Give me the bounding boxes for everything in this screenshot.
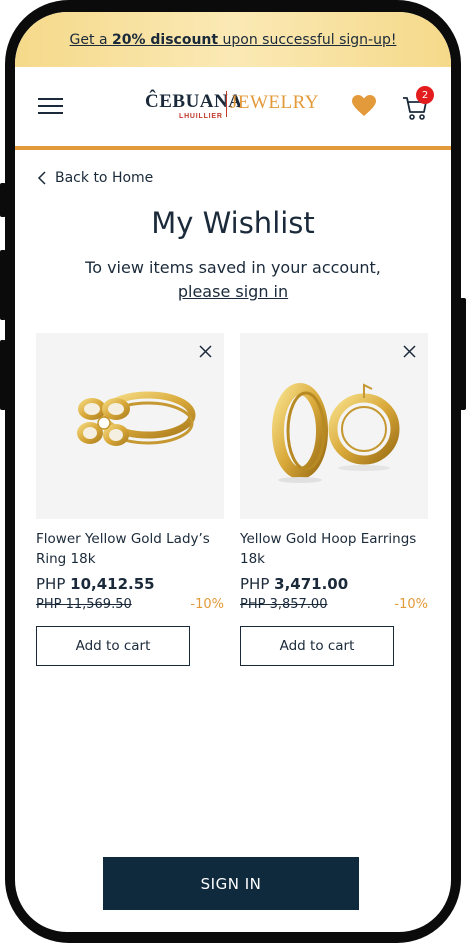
page-title: My Wishlist bbox=[151, 206, 315, 240]
wishlist-card: Flower Yellow Gold Lady’s Ring 18k PHP 1… bbox=[36, 333, 224, 666]
product-image[interactable] bbox=[240, 333, 428, 519]
remove-close-icon[interactable] bbox=[403, 345, 416, 358]
ring-image bbox=[77, 391, 196, 446]
site-header: ĈEBUANA LHUILLIER JEWELRY 2 bbox=[15, 67, 451, 149]
product-name[interactable]: Flower Yellow Gold Lady’s Ring 18k bbox=[36, 529, 224, 569]
logo-jewelry-text: JEWELRY bbox=[230, 92, 319, 113]
brand-logo[interactable]: ĈEBUANA LHUILLIER JEWELRY bbox=[145, 89, 320, 129]
wishlist-heart-icon[interactable] bbox=[351, 94, 377, 118]
original-price: PHP 11,569.50 bbox=[36, 597, 132, 612]
remove-close-icon[interactable] bbox=[199, 345, 212, 358]
earrings-image bbox=[272, 383, 400, 483]
chevron-left-icon bbox=[37, 171, 46, 185]
sign-in-button[interactable]: SIGN IN bbox=[103, 857, 359, 910]
product-price: PHP 10,412.55 bbox=[36, 575, 155, 593]
product-price: PHP 3,471.00 bbox=[240, 575, 349, 593]
original-price: PHP 3,857.00 bbox=[240, 597, 328, 612]
cart-count-badge: 2 bbox=[416, 86, 434, 104]
side-button-left-2 bbox=[0, 250, 6, 320]
logo-separator bbox=[226, 91, 227, 117]
screen: Get a 20% discount upon successful sign-… bbox=[15, 12, 451, 932]
logo-main-text: ĈEBUANA bbox=[145, 91, 243, 112]
promo-text[interactable]: Get a 20% discount upon successful sign-… bbox=[70, 32, 397, 48]
back-to-home-link[interactable]: Back to Home bbox=[37, 170, 153, 186]
page-subtitle: To view items saved in your account, bbox=[85, 258, 381, 277]
discount-label: -10% bbox=[190, 597, 224, 612]
product-image[interactable] bbox=[36, 333, 224, 519]
back-to-home-label: Back to Home bbox=[55, 170, 154, 186]
side-button-left-1 bbox=[0, 183, 6, 217]
header-divider bbox=[15, 146, 451, 150]
price-row: PHP 3,857.00 -10% bbox=[240, 597, 428, 612]
product-name[interactable]: Yellow Gold Hoop Earrings 18k bbox=[240, 529, 428, 569]
discount-label: -10% bbox=[394, 597, 428, 612]
side-button-right bbox=[460, 298, 466, 410]
price-row: PHP 11,569.50 -10% bbox=[36, 597, 224, 612]
promo-highlight: 20% discount bbox=[111, 31, 219, 48]
promo-banner[interactable]: Get a 20% discount upon successful sign-… bbox=[15, 12, 451, 67]
logo-sub-text: LHUILLIER bbox=[179, 113, 223, 120]
side-button-left-3 bbox=[0, 340, 6, 410]
wishlist-card: Yellow Gold Hoop Earrings 18k PHP 3,471.… bbox=[240, 333, 428, 666]
hamburger-menu-icon[interactable] bbox=[38, 98, 63, 116]
sign-in-link[interactable]: please sign in bbox=[15, 282, 451, 301]
add-to-cart-button[interactable]: Add to cart bbox=[240, 626, 394, 666]
add-to-cart-button[interactable]: Add to cart bbox=[36, 626, 190, 666]
